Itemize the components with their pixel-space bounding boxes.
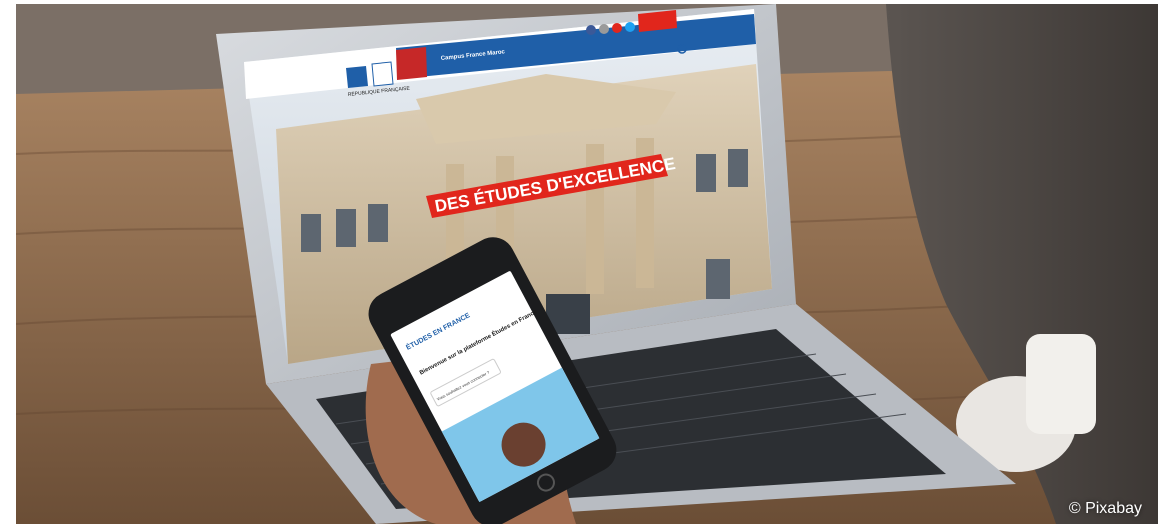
campus-france-logo-icon bbox=[371, 61, 394, 87]
twitter-icon bbox=[625, 22, 635, 32]
scene: DES ÉTUDES D'EXCELLENCE RÉPUBLIQUE FRANÇ… bbox=[16, 4, 1158, 524]
photograph: DES ÉTUDES D'EXCELLENCE RÉPUBLIQUE FRANÇ… bbox=[16, 4, 1158, 524]
republique-francaise-logo-icon bbox=[346, 66, 368, 88]
flag-morocco-icon bbox=[396, 47, 427, 80]
instagram-icon bbox=[599, 24, 609, 34]
coffee-cup bbox=[1026, 334, 1096, 434]
facebook-icon bbox=[586, 25, 596, 35]
photo-credit: © Pixabay bbox=[1068, 500, 1142, 517]
photo-frame: DES ÉTUDES D'EXCELLENCE RÉPUBLIQUE FRANÇ… bbox=[0, 0, 1164, 528]
youtube-icon bbox=[612, 23, 622, 33]
